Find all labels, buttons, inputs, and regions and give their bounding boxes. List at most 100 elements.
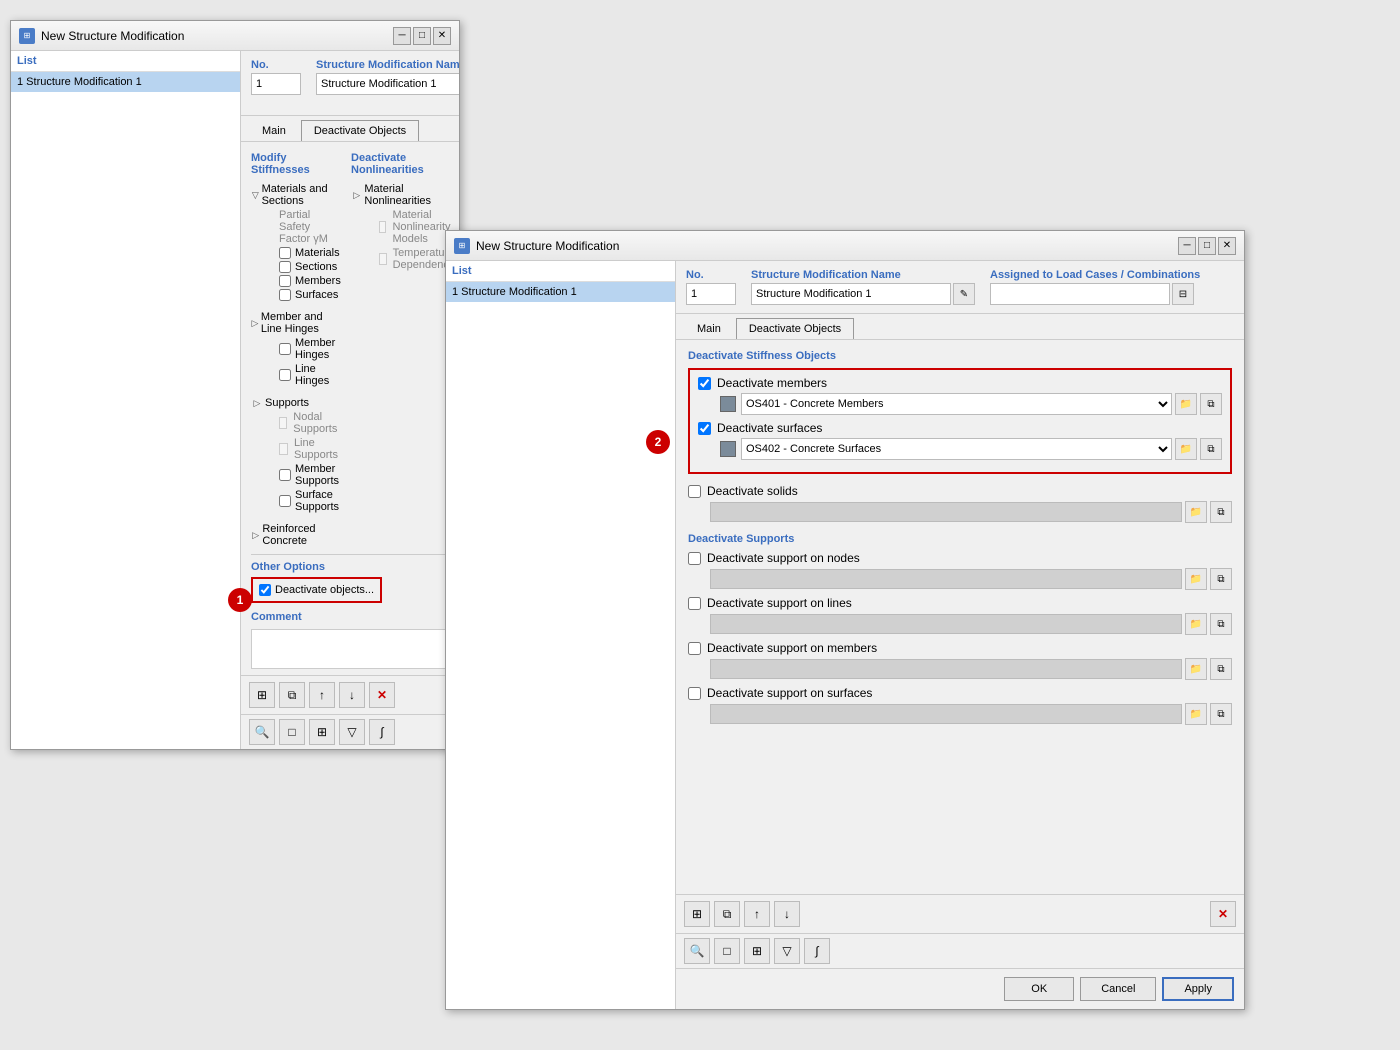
nodes-copy-btn[interactable]: ⧉ xyxy=(1210,568,1232,590)
apply-button[interactable]: Apply xyxy=(1162,977,1234,1001)
tab-main-1[interactable]: Main xyxy=(249,120,299,141)
members-support-folder-btn[interactable]: 📁 xyxy=(1185,658,1207,680)
delete-btn-1[interactable]: ✕ xyxy=(369,682,395,708)
supports-toggle[interactable]: ▷ xyxy=(251,397,263,409)
nodes-support-input xyxy=(710,569,1182,589)
list-item-2[interactable]: 1 Structure Modification 1 xyxy=(446,282,675,302)
name-edit-btn-2[interactable]: ✎ xyxy=(953,283,975,305)
window-2-title: New Structure Modification xyxy=(476,239,619,253)
window-2-body: List 1 Structure Modification 1 No. Stru… xyxy=(446,261,1244,1009)
move-up-btn-1[interactable]: ↑ xyxy=(309,682,335,708)
deactivate-surfaces-cb[interactable] xyxy=(698,422,711,435)
hinges-toggle[interactable]: ▷ xyxy=(251,317,259,329)
delete-btn-2[interactable]: ✕ xyxy=(1210,901,1236,927)
line-supports-item: Line Supports xyxy=(279,436,341,462)
rc-toggle[interactable]: ▷ xyxy=(251,529,260,541)
solids-folder-btn[interactable]: 📁 xyxy=(1185,501,1207,523)
member-supports-item: Member Supports xyxy=(279,462,341,488)
cancel-button[interactable]: Cancel xyxy=(1080,977,1156,1001)
deactivate-surfaces-support-cb[interactable] xyxy=(688,687,701,700)
lines-copy-btn[interactable]: ⧉ xyxy=(1210,613,1232,635)
deactivate-nodes-row: Deactivate support on nodes xyxy=(688,551,1232,565)
add-btn-2[interactable]: ⊞ xyxy=(684,901,710,927)
filter-btn-1[interactable]: ▽ xyxy=(339,719,365,745)
deactivate-members-cb[interactable] xyxy=(698,377,711,390)
window-1-body: List 1 Structure Modification 1 No. Stru… xyxy=(11,51,459,749)
deactivate-members-support-cb[interactable] xyxy=(688,642,701,655)
add-btn-1[interactable]: ⊞ xyxy=(249,682,275,708)
func-btn-1[interactable]: ∫ xyxy=(369,719,395,745)
list-header-1: List xyxy=(11,51,240,72)
members-copy-btn[interactable]: ⧉ xyxy=(1200,393,1222,415)
line-hinges-cb[interactable] xyxy=(279,369,291,381)
surfaces-folder-btn[interactable]: 📁 xyxy=(1175,438,1197,460)
assign-input-2[interactable] xyxy=(990,283,1170,305)
tree-btn-1[interactable]: ⊞ xyxy=(309,719,335,745)
move-up-btn-2[interactable]: ↑ xyxy=(744,901,770,927)
deactivate-objects-cb[interactable] xyxy=(259,584,271,596)
move-down-btn-1[interactable]: ↓ xyxy=(339,682,365,708)
name-input-1[interactable] xyxy=(316,73,459,95)
maximize-btn-2[interactable]: □ xyxy=(1198,237,1216,255)
copy-btn-2[interactable]: ⧉ xyxy=(714,901,740,927)
solids-input xyxy=(710,502,1182,522)
move-down-btn-2[interactable]: ↓ xyxy=(774,901,800,927)
close-btn-2[interactable]: ✕ xyxy=(1218,237,1236,255)
no-input-2[interactable] xyxy=(686,283,736,305)
ok-button[interactable]: OK xyxy=(1004,977,1074,1001)
members-color-swatch xyxy=(720,396,736,412)
copy-btn-1[interactable]: ⧉ xyxy=(279,682,305,708)
view-btn-1[interactable]: □ xyxy=(279,719,305,745)
list-item-1[interactable]: 1 Structure Modification 1 xyxy=(11,72,240,92)
surface-supports-cb[interactable] xyxy=(279,495,291,507)
view-btn-2[interactable]: □ xyxy=(714,938,740,964)
deactivate-nodes-cb[interactable] xyxy=(688,552,701,565)
deactivate-stiffness-title: Deactivate Stiffness Objects xyxy=(688,350,1232,362)
comment-input-1[interactable] xyxy=(251,629,449,669)
surfaces-support-folder-btn[interactable]: 📁 xyxy=(1185,703,1207,725)
members-support-input-line: 📁 ⧉ xyxy=(710,658,1232,680)
title-bar-1: ⊞ New Structure Modification ─ □ ✕ xyxy=(11,21,459,51)
window-1-controls: ─ □ ✕ xyxy=(393,27,451,45)
lines-folder-btn[interactable]: 📁 xyxy=(1185,613,1207,635)
tab-deactivate-2[interactable]: Deactivate Objects xyxy=(736,318,854,339)
func-btn-2[interactable]: ∫ xyxy=(804,938,830,964)
materials-cb[interactable] xyxy=(279,247,291,259)
lines-support-input-line: 📁 ⧉ xyxy=(710,613,1232,635)
maximize-btn-1[interactable]: □ xyxy=(413,27,431,45)
surfaces-dropdown[interactable]: OS402 - Concrete Surfaces xyxy=(741,438,1172,460)
tab-deactivate-1[interactable]: Deactivate Objects xyxy=(301,120,419,141)
nodes-folder-btn[interactable]: 📁 xyxy=(1185,568,1207,590)
close-btn-1[interactable]: ✕ xyxy=(433,27,451,45)
surfaces-support-copy-btn[interactable]: ⧉ xyxy=(1210,703,1232,725)
list-panel-2: List 1 Structure Modification 1 xyxy=(446,261,676,1009)
sections-cb[interactable] xyxy=(279,261,291,273)
members-cb[interactable] xyxy=(279,275,291,287)
assign-btn-2[interactable]: ⊟ xyxy=(1172,283,1194,305)
tab-main-2[interactable]: Main xyxy=(684,318,734,339)
no-field-1: No. xyxy=(251,59,301,95)
solids-copy-btn[interactable]: ⧉ xyxy=(1210,501,1232,523)
window-1: ⊞ New Structure Modification ─ □ ✕ List … xyxy=(10,20,460,750)
filter-btn-2[interactable]: ▽ xyxy=(774,938,800,964)
mat-sections-toggle[interactable]: ▽ xyxy=(251,189,260,201)
surfaces-support-input-line: 📁 ⧉ xyxy=(710,703,1232,725)
minimize-btn-2[interactable]: ─ xyxy=(1178,237,1196,255)
deactivate-lines-cb[interactable] xyxy=(688,597,701,610)
name-input-2[interactable] xyxy=(751,283,951,305)
search-btn-2[interactable]: 🔍 xyxy=(684,938,710,964)
surfaces-copy-btn[interactable]: ⧉ xyxy=(1200,438,1222,460)
tree-btn-2[interactable]: ⊞ xyxy=(744,938,770,964)
members-folder-btn[interactable]: 📁 xyxy=(1175,393,1197,415)
member-hinges-cb[interactable] xyxy=(279,343,291,355)
surfaces-cb[interactable] xyxy=(279,289,291,301)
members-support-copy-btn[interactable]: ⧉ xyxy=(1210,658,1232,680)
deactivate-solids-cb[interactable] xyxy=(688,485,701,498)
no-input-1[interactable] xyxy=(251,73,301,95)
deactivate-objects-item: Deactivate objects... xyxy=(259,583,374,597)
mat-nonlinearities-toggle[interactable]: ▷ xyxy=(351,189,362,201)
minimize-btn-1[interactable]: ─ xyxy=(393,27,411,45)
members-dropdown[interactable]: OS401 - Concrete Members xyxy=(741,393,1172,415)
search-btn-1[interactable]: 🔍 xyxy=(249,719,275,745)
member-supports-cb[interactable] xyxy=(279,469,291,481)
